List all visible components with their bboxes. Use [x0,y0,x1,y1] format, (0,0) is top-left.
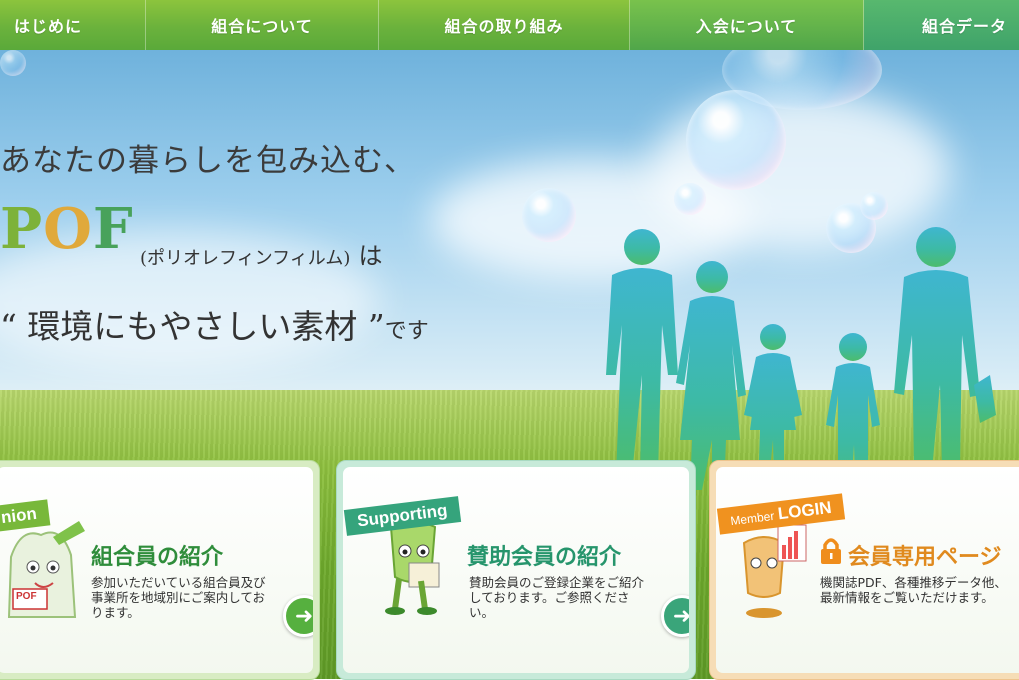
card-members-arrow-icon[interactable]: ➜ [283,595,313,637]
hero-pof-logo: POF [0,196,134,262]
nav-item-intro[interactable]: はじめに [0,0,146,50]
pof-letter-f: F [92,196,134,262]
nav-item-activities[interactable]: 組合の取り組み [379,0,630,50]
hero-pof-subtitle: (ポリオレフィンフィルム) は [140,236,382,271]
eco-slogan: “ 環境にもやさしい素材 ” [0,307,385,346]
pof-bag-character-icon [7,521,85,618]
pof-fullname: (ポリオレフィンフィルム) [140,248,351,269]
ribbon-small-text: Member [729,508,776,529]
card-login-title: 会員専用ページ [848,545,1002,570]
chart-mascot-icon [742,524,807,618]
pof-letter-o: O [43,196,93,262]
bubble [0,50,26,76]
card-login-body: 会員専用ページ 機関誌PDF、各種推移データ他、最新情報をご覧いただけます。 [716,467,1019,673]
pof-letter-p: P [0,196,44,262]
eco-slogan-tail: です [384,319,429,344]
bubble [860,192,888,220]
card-supporting-body: 賛助会員の紹介 賛助会員のご登録企業をご紹介しております。ご参照ください。 ➜ [343,467,689,673]
hero-catch-line1: あなたの暮らしを包み込む、 [0,143,416,179]
bubble [674,183,706,215]
bag-label: POF [16,591,37,602]
nav-item-data[interactable]: 組合データ [864,0,1019,50]
mascot-character-icon [385,521,440,615]
pof-particle: は [358,242,383,270]
card-members-title: 組合員の紹介 [91,545,224,570]
nav-item-about[interactable]: 組合について [146,0,379,50]
ribbon-login-text: LOGIN [776,497,833,524]
nav-item-membership[interactable]: 入会について [630,0,864,50]
card-members-body: POF 組合員の紹介 参加いただいている組合員及び事業所を地域別にご案内しており… [0,467,313,673]
card-member-login[interactable]: 会員専用ページ 機関誌PDF、各種推移データ他、最新情報をご覧いただけます。 M… [709,460,1019,680]
card-supporting-members[interactable]: 賛助会員の紹介 賛助会員のご登録企業をご紹介しております。ご参照ください。 ➜ … [336,460,696,680]
lock-icon [821,538,841,564]
card-members[interactable]: POF 組合員の紹介 参加いただいている組合員及び事業所を地域別にご案内しており… [0,460,320,680]
global-nav: はじめに 組合について 組合の取り組み 入会について 組合データ [0,0,1019,50]
card-supporting-arrow-icon[interactable]: ➜ [661,595,689,637]
card-supporting-title: 賛助会員の紹介 [467,545,622,570]
card-login-desc: 機関誌PDF、各種推移データ他、最新情報をご覧いただけます。 [820,575,1007,605]
hero-catch-line3: “ 環境にもやさしい素材 ”です [0,300,429,348]
card-members-desc: 参加いただいている組合員及び事業所を地域別にご案内しております。 [91,575,266,620]
bubble [522,188,576,242]
card-supporting-desc: 賛助会員のご登録企業をご紹介しております。ご参照ください。 [469,575,645,620]
